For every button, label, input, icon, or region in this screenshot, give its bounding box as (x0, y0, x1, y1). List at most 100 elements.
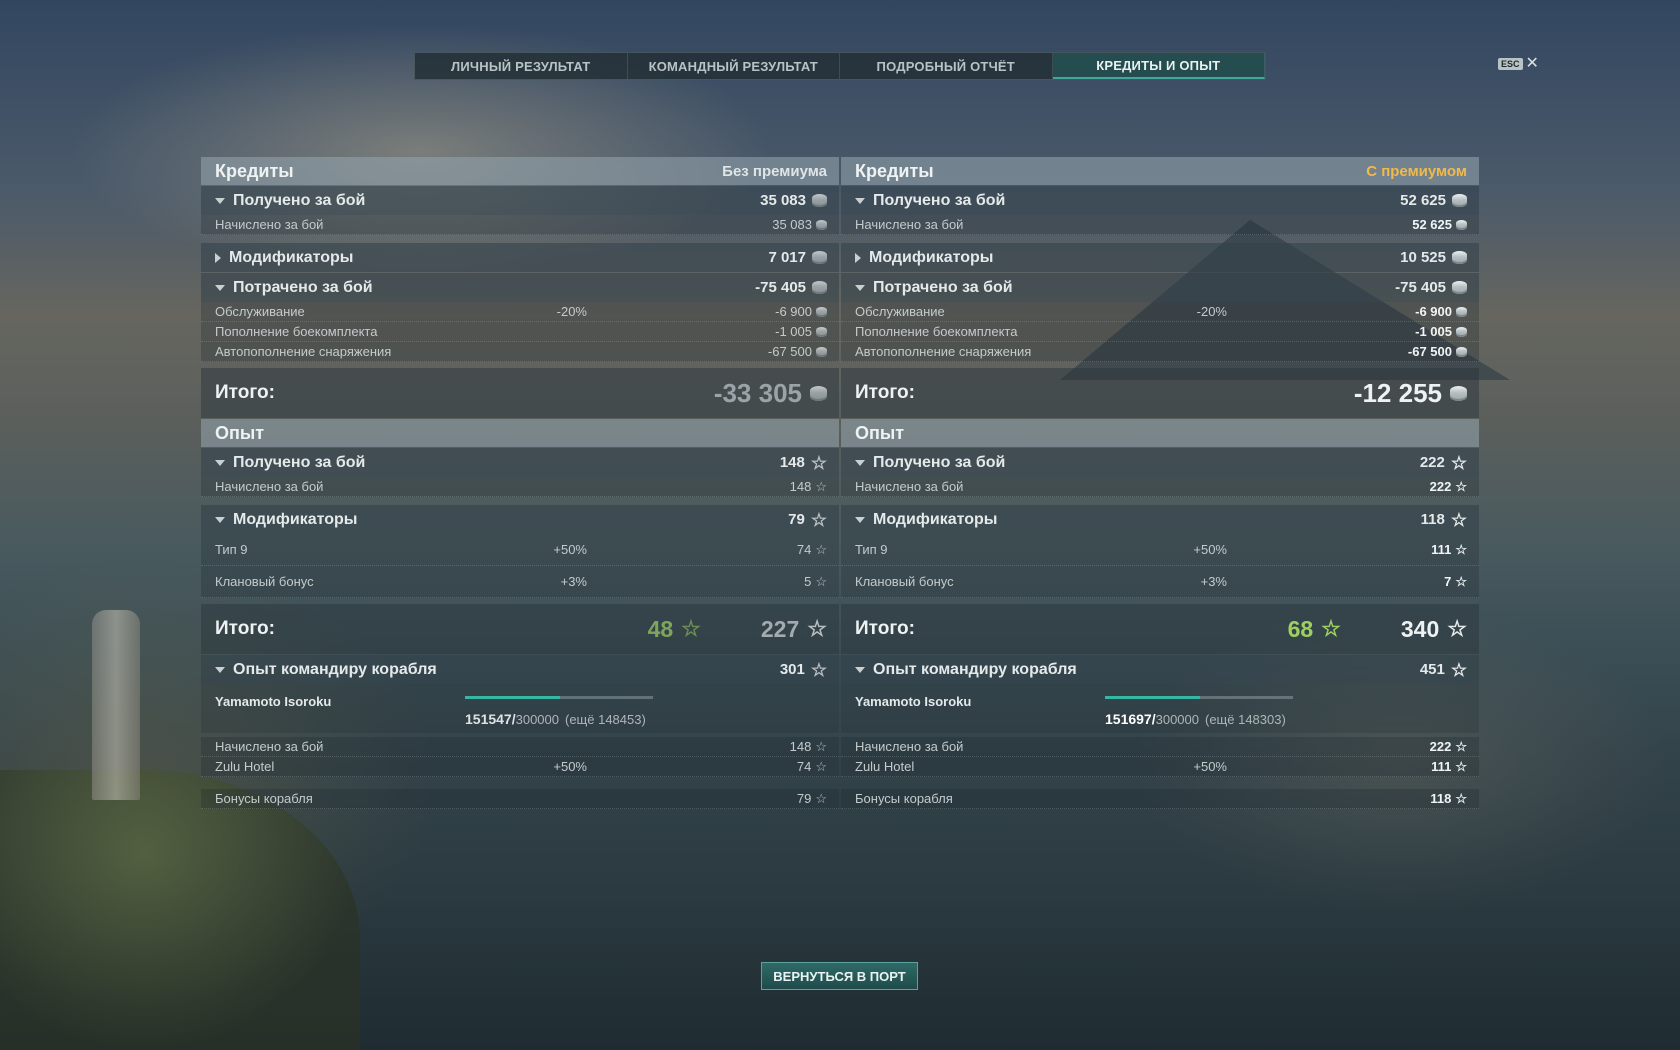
coin-icon (812, 251, 827, 264)
credits-modifiers-group[interactable]: Модификаторы 7 017 (201, 243, 839, 272)
ship-bonus-row: Бонусы корабля 118 ☆ (841, 789, 1479, 809)
mode-label: С премиумом (1366, 162, 1467, 180)
xp-earned-group[interactable]: Получено за бой 148 ☆ (201, 448, 839, 477)
row-percent: +50% (553, 759, 587, 774)
row-value: 5 (804, 574, 812, 589)
expand-icon[interactable] (215, 252, 221, 263)
credits-modifiers-value: 7 017 (768, 249, 806, 266)
credits-spent-group[interactable]: Потрачено за бой -75 405 (841, 273, 1479, 302)
progress-remaining: (ещё 148453) (565, 712, 646, 727)
collapse-icon[interactable] (215, 284, 225, 291)
commander-name: Yamamoto Isoroku (215, 694, 332, 709)
commander-progress-bar (465, 696, 653, 699)
star-icon: ☆ (815, 791, 827, 806)
tier-row: Тип 9 +50% 74 ☆ (201, 534, 839, 566)
commander-xp-label: Опыт командиру корабля (233, 660, 437, 678)
collapse-icon[interactable] (855, 516, 865, 523)
collapse-icon[interactable] (215, 666, 225, 673)
commander-progress-bar (1105, 696, 1293, 699)
results-tabs: ЛИЧНЫЙ РЕЗУЛЬТАТ КОМАНДНЫЙ РЕЗУЛЬТАТ ПОД… (414, 52, 1266, 80)
collapse-icon[interactable] (855, 666, 865, 673)
progress-max: 300000 (1155, 712, 1199, 727)
clan-bonus-row: Клановый бонус +3% 5 ☆ (201, 566, 839, 598)
commander-xp-group[interactable]: Опыт командиру корабля 301 ☆ (201, 655, 839, 684)
earned-label: Получено за бой (873, 191, 1006, 209)
xp-modifiers-value: 79 (788, 511, 805, 528)
progress-remaining: (ещё 148303) (1205, 712, 1286, 727)
xp-accrued-row: Начислено за бой 148 ☆ (201, 477, 839, 497)
progress-max: 300000 (515, 712, 559, 727)
coin-icon (816, 306, 827, 317)
commander-progress: Yamamoto Isoroku 151697/300000 (ещё 14830… (841, 684, 1479, 733)
progress-current: 151547/ (465, 711, 516, 727)
credits-earned-group[interactable]: Получено за бой 52 625 (841, 186, 1479, 215)
row-percent: +50% (1193, 759, 1227, 774)
xp-earned-group[interactable]: Получено за бой 222 ☆ (841, 448, 1479, 477)
progress-current: 151697/ (1105, 711, 1156, 727)
free-xp-total: 48 (647, 615, 674, 642)
credits-earned-value: 52 625 (1400, 192, 1446, 209)
row-percent: +3% (1200, 574, 1227, 589)
xp-title: Опыт (215, 422, 265, 443)
collapse-icon[interactable] (855, 459, 865, 466)
collapse-icon[interactable] (215, 197, 225, 204)
tab-personal-result[interactable]: ЛИЧНЫЙ РЕЗУЛЬТАТ (415, 53, 628, 79)
row-label: Начислено за бой (215, 739, 324, 754)
ammo-row: Пополнение боекомплекта -1 005 (841, 322, 1479, 342)
collapse-icon[interactable] (215, 459, 225, 466)
row-value: -6 900 (775, 304, 812, 319)
mode-label: Без премиума (722, 162, 827, 180)
star-icon: ☆ (810, 509, 827, 530)
modifiers-label: Модификаторы (869, 248, 994, 266)
coin-icon (1452, 194, 1467, 207)
row-label: Начислено за бой (855, 479, 964, 494)
modifiers-label: Модификаторы (233, 510, 358, 528)
row-value: 148 (789, 739, 812, 754)
xp-modifiers-group[interactable]: Модификаторы 118 ☆ (841, 505, 1479, 534)
credits-accrued-row: Начислено за бой 52 625 (841, 215, 1479, 235)
row-label: Zulu Hotel (855, 759, 915, 774)
tab-detailed-report[interactable]: ПОДРОБНЫЙ ОТЧЁТ (840, 53, 1053, 79)
coin-icon (812, 194, 827, 207)
total-label: Итого: (215, 382, 275, 403)
xp-total: Итого: 48 ☆ 227 ☆ (201, 604, 839, 654)
collapse-icon[interactable] (855, 284, 865, 291)
xp-total-value: 227 (760, 615, 800, 642)
xp-modifiers-group[interactable]: Модификаторы 79 ☆ (201, 505, 839, 534)
commander-name: Yamamoto Isoroku (855, 694, 972, 709)
xp-header: Опыт (201, 419, 839, 447)
credits-accrued-row: Начислено за бой 35 083 (201, 215, 839, 235)
coin-icon (812, 281, 827, 294)
xp-title: Опыт (855, 422, 905, 443)
modifiers-label: Модификаторы (229, 248, 354, 266)
esc-key-label: ESC (1498, 58, 1523, 70)
row-percent: +3% (560, 574, 587, 589)
close-icon: ✕ (1525, 55, 1539, 72)
credits-spent-group[interactable]: Потрачено за бой -75 405 (201, 273, 839, 302)
collapse-icon[interactable] (855, 197, 865, 204)
collapse-icon[interactable] (215, 516, 225, 523)
row-value: 222 (1429, 739, 1452, 754)
row-label: Обслуживание (855, 304, 945, 319)
tier-row: Тип 9 +50% 111 ☆ (841, 534, 1479, 566)
tab-credits-and-xp[interactable]: КРЕДИТЫ И ОПЫТ (1052, 53, 1265, 79)
credits-earned-group[interactable]: Получено за бой 35 083 (201, 186, 839, 215)
star-icon: ☆ (681, 616, 701, 641)
expand-icon[interactable] (855, 252, 861, 263)
credits-modifiers-group[interactable]: Модификаторы 10 525 (841, 243, 1479, 272)
coin-icon (1456, 219, 1467, 230)
credits-title: Кредиты (215, 160, 294, 181)
tab-team-result[interactable]: КОМАНДНЫЙ РЕЗУЛЬТАТ (628, 53, 840, 79)
close-button[interactable]: ESC ✕ (1498, 56, 1539, 72)
credits-spent-value: -75 405 (755, 279, 806, 296)
commander-xp-label: Опыт командиру корабля (873, 660, 1077, 678)
star-icon: ☆ (1450, 452, 1467, 473)
star-icon: ☆ (815, 739, 827, 754)
consumables-row: Автопополнение снаряжения -67 500 (201, 342, 839, 362)
earned-label: Получено за бой (873, 453, 1006, 471)
row-value: 79 (796, 791, 812, 806)
commander-xp-group[interactable]: Опыт командиру корабля 451 ☆ (841, 655, 1479, 684)
row-percent: +50% (553, 542, 587, 557)
return-to-port-button[interactable]: ВЕРНУТЬСЯ В ПОРТ (761, 962, 918, 990)
clan-bonus-row: Клановый бонус +3% 7 ☆ (841, 566, 1479, 598)
